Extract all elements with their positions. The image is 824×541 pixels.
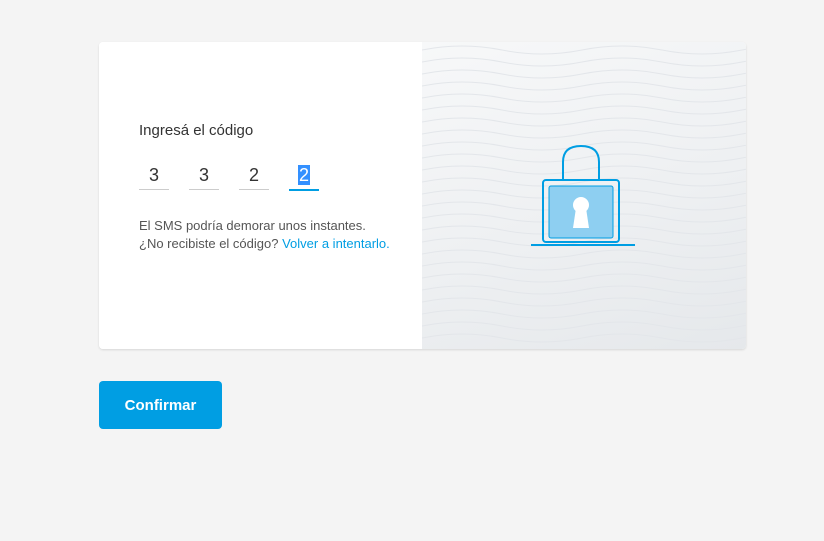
sms-delay-note: El SMS podría demorar unos instantes. [139,218,366,233]
padlock-icon [531,144,635,246]
verification-card: Ingresá el código 3 3 2 2 El SMS podría … [99,42,746,349]
resend-line: ¿No recibiste el código? Volver a intent… [139,235,390,253]
code-digit-1[interactable]: 3 [139,163,169,190]
code-digit-3[interactable]: 2 [239,163,269,190]
resend-prompt: ¿No recibiste el código? [139,236,279,251]
code-digit-4[interactable]: 2 [289,163,319,191]
code-panel: Ingresá el código 3 3 2 2 El SMS podría … [99,42,422,349]
code-digit-4-selected: 2 [297,165,310,185]
retry-link[interactable]: Volver a intentarlo. [282,236,390,251]
code-digit-2[interactable]: 3 [189,163,219,190]
confirm-button[interactable]: Confirmar [99,381,222,429]
illustration-panel [422,42,746,349]
help-text: El SMS podría demorar unos instantes. ¿N… [139,217,390,253]
code-title: Ingresá el código [139,122,254,139]
